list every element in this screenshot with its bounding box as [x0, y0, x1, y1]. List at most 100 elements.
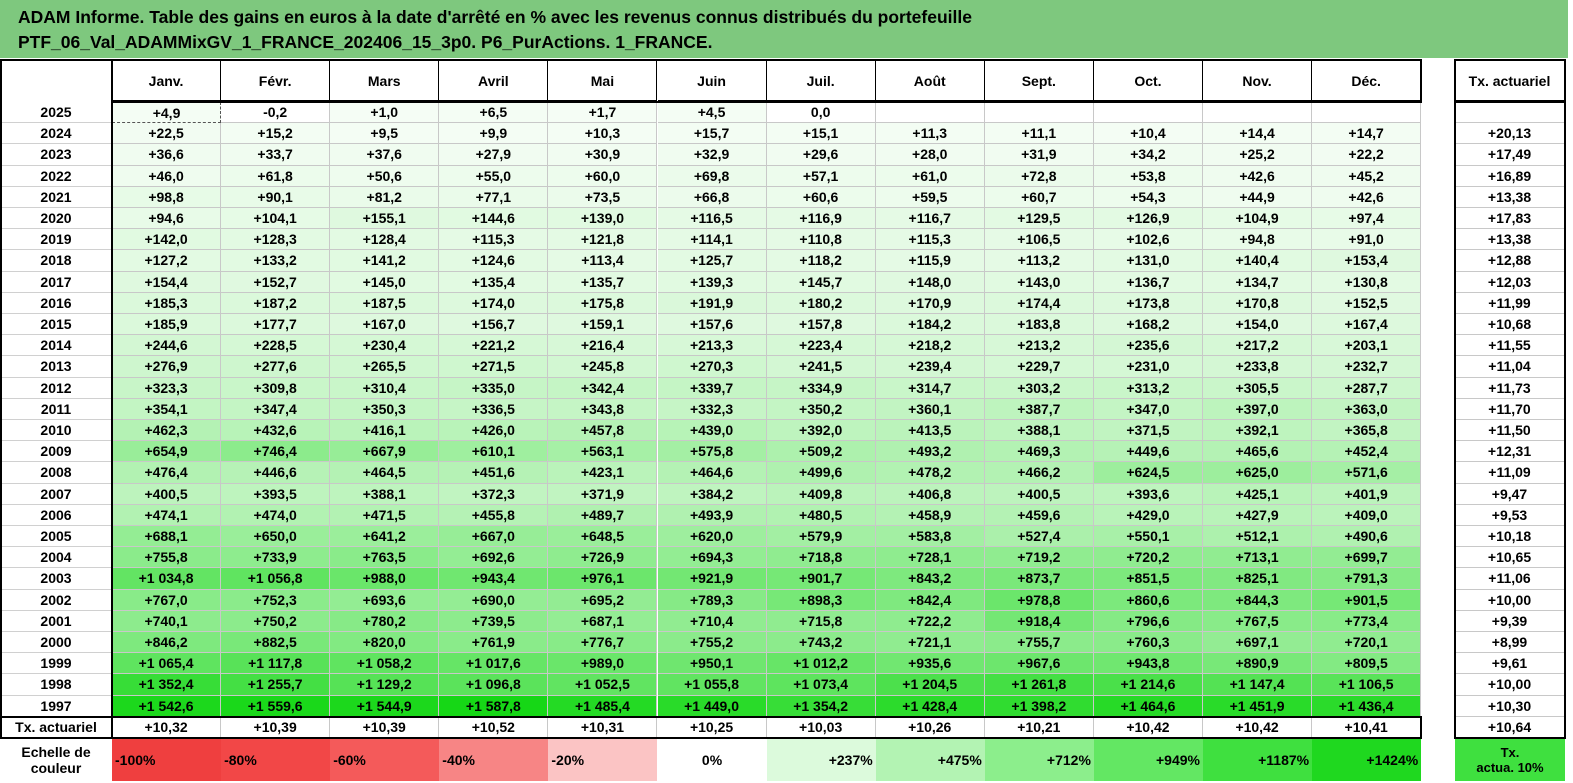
table-cell: +142,0 — [112, 229, 222, 251]
table-cell: +157,6 — [657, 314, 767, 336]
table-cell: +1 449,0 — [657, 695, 767, 717]
table-cell: +14,4 — [1203, 123, 1313, 145]
table-cell: +154,4 — [112, 271, 222, 293]
table-cell: +1 073,4 — [766, 674, 876, 696]
table-cell: +335,0 — [439, 377, 549, 399]
table-cell: +697,1 — [1203, 632, 1313, 654]
table-cell: +347,4 — [221, 398, 331, 420]
table-cell: +719,2 — [984, 547, 1094, 569]
table-cell: +216,4 — [548, 335, 658, 357]
table-cell: +174,4 — [984, 292, 1094, 314]
table-cell: +721,1 — [875, 632, 985, 654]
table-cell: +69,8 — [657, 165, 767, 187]
table-cell: +452,4 — [1312, 441, 1422, 463]
table-cell: +77,1 — [439, 186, 549, 208]
year-label: 1997 — [0, 696, 112, 717]
month-header: Mars — [330, 59, 440, 102]
table-cell: +432,6 — [221, 420, 331, 442]
table-cell: +842,4 — [875, 589, 985, 611]
table-cell: +393,6 — [1093, 483, 1203, 505]
table-cell — [1093, 102, 1203, 124]
rate-cell: +11,09 — [1455, 462, 1565, 484]
table-cell: +230,4 — [330, 335, 440, 357]
rate-header: Tx. actuariel — [1455, 59, 1565, 102]
rate-cell: +10,18 — [1455, 526, 1565, 548]
table-cell: +610,1 — [439, 441, 549, 463]
table-cell — [1312, 102, 1422, 124]
table-cell: +33,7 — [221, 144, 331, 166]
table-cell: +429,0 — [1093, 504, 1203, 526]
rate-cell: +11,50 — [1455, 420, 1565, 442]
rate-cell: +12,88 — [1455, 250, 1565, 272]
table-cell: +343,8 — [548, 398, 658, 420]
table-cell: +152,5 — [1312, 292, 1422, 314]
table-cell: +713,1 — [1203, 547, 1313, 569]
table-cell: +690,0 — [439, 589, 549, 611]
table-cell: +118,2 — [766, 250, 876, 272]
table-cell: +1 147,4 — [1203, 674, 1313, 696]
table-cell: +350,2 — [766, 398, 876, 420]
rate-cell: +11,70 — [1455, 398, 1565, 420]
table-cell: +739,5 — [439, 610, 549, 632]
table-cell: +218,2 — [875, 335, 985, 357]
table-cell: +15,2 — [221, 123, 331, 145]
table-cell: +153,4 — [1312, 250, 1422, 272]
year-label: 2002 — [0, 590, 112, 611]
table-cell: +60,7 — [984, 186, 1094, 208]
table-cell: +277,6 — [221, 356, 331, 378]
table-cell: +55,0 — [439, 165, 549, 187]
table-cell: +1 352,4 — [112, 674, 222, 696]
table-cell: +217,2 — [1203, 335, 1313, 357]
table-cell: +1 451,9 — [1203, 695, 1313, 717]
table-cell: +387,7 — [984, 398, 1094, 420]
rate-cell: +11,73 — [1455, 377, 1565, 399]
table-cell: +135,4 — [439, 271, 549, 293]
table-cell: +512,1 — [1203, 526, 1313, 548]
table-cell: +654,9 — [112, 441, 222, 463]
table-cell: +989,0 — [548, 653, 658, 675]
table-cell: +1 436,4 — [1312, 695, 1422, 717]
color-scale-swatch: -100% — [112, 738, 222, 781]
table-cell: +789,3 — [657, 589, 767, 611]
table-cell: +809,5 — [1312, 653, 1422, 675]
table-cell: +1 587,8 — [439, 695, 549, 717]
table-cell: +489,7 — [548, 504, 658, 526]
table-cell: +323,3 — [112, 377, 222, 399]
year-label: 2022 — [0, 166, 112, 187]
table-cell: +244,6 — [112, 335, 222, 357]
table-cell: +710,4 — [657, 610, 767, 632]
table-cell: +44,9 — [1203, 186, 1313, 208]
table-cell: +133,2 — [221, 250, 331, 272]
table-cell: +167,4 — [1312, 314, 1422, 336]
table-cell: +22,5 — [112, 123, 222, 145]
table-cell: +60,6 — [766, 186, 876, 208]
table-cell: +1 428,4 — [875, 695, 985, 717]
table-cell: +213,3 — [657, 335, 767, 357]
year-label: 2010 — [0, 420, 112, 442]
table-cell: +750,2 — [221, 610, 331, 632]
table-cell: +184,2 — [875, 314, 985, 336]
table-cell: +36,6 — [112, 144, 222, 166]
table-cell: +761,9 — [439, 632, 549, 654]
table-cell: +97,4 — [1312, 208, 1422, 230]
year-label: 2003 — [0, 568, 112, 590]
footer-cell: +10,42 — [1093, 716, 1203, 738]
table-cell: +174,0 — [439, 292, 549, 314]
table-cell: +14,7 — [1312, 123, 1422, 145]
table-cell: +687,1 — [548, 610, 658, 632]
table-cell: +134,7 — [1203, 271, 1313, 293]
rate-cell: +10,68 — [1455, 314, 1565, 336]
table-cell: +943,4 — [439, 568, 549, 590]
table-cell: +287,7 — [1312, 377, 1422, 399]
table-cell: +571,6 — [1312, 462, 1422, 484]
footer-cell: +10,41 — [1312, 716, 1422, 738]
table-cell: +851,5 — [1093, 568, 1203, 590]
month-header: Janv. — [112, 59, 222, 102]
color-scale-swatch: -20% — [548, 738, 658, 781]
report-title-line2: PTF_06_Val_ADAMMixGV_1_FRANCE_202406_15_… — [18, 32, 713, 52]
table-cell: +126,9 — [1093, 208, 1203, 230]
table-cell: +94,8 — [1203, 229, 1313, 251]
table-cell: +825,1 — [1203, 568, 1313, 590]
table-cell: +620,0 — [657, 526, 767, 548]
table-cell: +113,2 — [984, 250, 1094, 272]
